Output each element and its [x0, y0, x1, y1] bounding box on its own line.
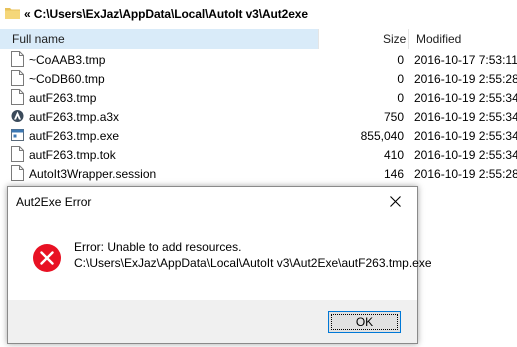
file-row[interactable]: AutoIt3Wrapper.session 146 2016-10-19 2:… — [0, 164, 517, 183]
path-text[interactable]: « C:\Users\ExJaz\AppData\Local\AutoIt v3… — [24, 7, 308, 21]
file-size: 410 — [383, 148, 404, 162]
path-bar: « C:\Users\ExJaz\AppData\Local\AutoIt v3… — [0, 0, 517, 28]
file-icon — [11, 165, 24, 181]
file-modified: 2016-10-17 7:53:11 — [414, 53, 517, 67]
column-header: Full name Size Modified — [0, 29, 517, 49]
file-size: 0 — [397, 72, 404, 86]
file-icon — [11, 70, 24, 86]
file-name: autF263.tmp — [29, 91, 97, 105]
file-modified: 2016-10-19 2:55:28 — [414, 72, 517, 86]
dialog-body: Error: Unable to add resources. C:\Users… — [8, 216, 432, 300]
file-name: ~CoDB60.tmp — [29, 72, 105, 86]
dialog-title-bar[interactable]: Aut2Exe Error — [8, 187, 417, 216]
column-modified-header[interactable]: Modified — [416, 32, 461, 46]
error-dialog: Aut2Exe Error Error: Unable to add resou… — [7, 186, 432, 344]
file-name: autF263.tmp.a3x — [29, 110, 120, 124]
folder-icon — [5, 8, 20, 19]
close-icon — [389, 196, 401, 207]
error-path: C:\Users\ExJaz\AppData\Local\AutoIt v3\A… — [74, 256, 432, 270]
file-name: autF263.tmp.tok — [29, 148, 116, 162]
error-message: Error: Unable to add resources. — [74, 240, 242, 254]
file-icon — [11, 89, 24, 105]
file-name: ~CoAAB3.tmp — [29, 53, 106, 67]
column-divider[interactable] — [408, 29, 409, 49]
file-size: 0 — [397, 91, 404, 105]
file-row[interactable]: autF263.tmp.a3x 750 2016-10-19 2:55:34 — [0, 107, 517, 126]
file-size: 750 — [383, 110, 404, 124]
file-modified: 2016-10-19 2:55:34 — [414, 148, 517, 162]
file-size: 855,040 — [360, 129, 404, 143]
file-row[interactable]: autF263.tmp 0 2016-10-19 2:55:34 — [0, 88, 517, 107]
file-row[interactable]: autF263.tmp.exe 855,040 2016-10-19 2:55:… — [0, 126, 517, 145]
ok-button[interactable]: OK — [328, 311, 401, 333]
file-icon — [11, 146, 24, 162]
dialog-title: Aut2Exe Error — [16, 195, 92, 209]
file-modified: 2016-10-19 2:55:34 — [414, 91, 517, 105]
file-name: AutoIt3Wrapper.session — [29, 167, 157, 181]
exe-icon — [11, 129, 24, 141]
column-name-label: Full name — [12, 32, 65, 46]
file-row[interactable]: autF263.tmp.tok 410 2016-10-19 2:55:34 — [0, 145, 517, 164]
file-modified: 2016-10-19 2:55:28 — [414, 167, 517, 181]
file-size: 0 — [397, 53, 404, 67]
file-modified: 2016-10-19 2:55:34 — [414, 110, 517, 124]
file-icon — [11, 51, 24, 67]
file-size: 146 — [383, 167, 404, 181]
close-button[interactable] — [373, 187, 417, 216]
file-row[interactable]: ~CoAAB3.tmp 0 2016-10-17 7:53:11 — [0, 50, 517, 69]
error-icon — [33, 244, 61, 272]
file-name: autF263.tmp.exe — [29, 129, 120, 143]
column-divider[interactable] — [318, 29, 319, 49]
file-modified: 2016-10-19 2:55:34 — [414, 129, 517, 143]
autoit-script-icon — [11, 110, 24, 122]
file-row[interactable]: ~CoDB60.tmp 0 2016-10-19 2:55:28 — [0, 69, 517, 88]
column-size-header[interactable]: Size — [383, 32, 406, 46]
